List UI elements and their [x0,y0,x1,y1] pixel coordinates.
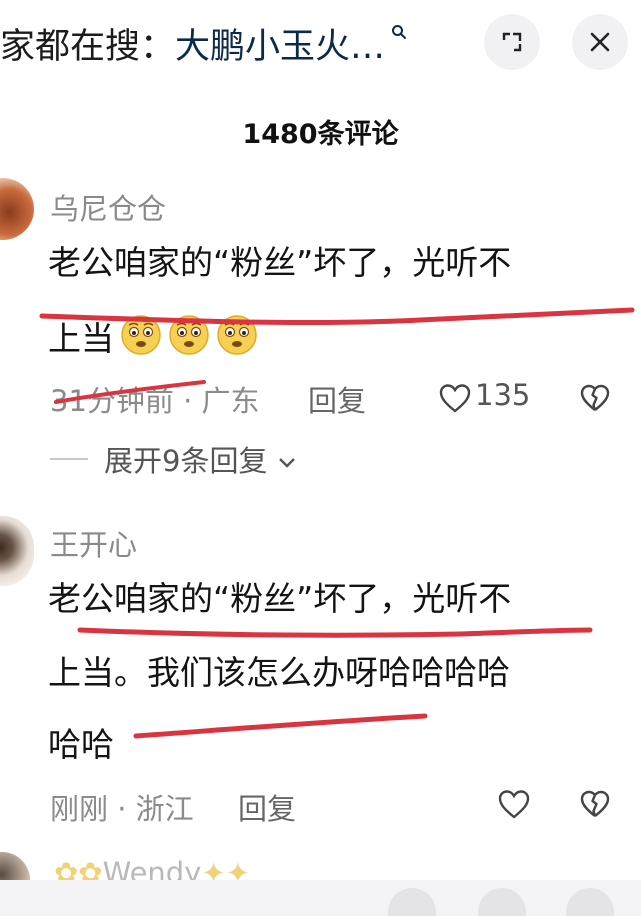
red-underline-stroke [133,713,428,739]
comments-count-title: 1480条评论 [242,119,399,150]
like-count: 135 [475,378,531,412]
hot-search-bar[interactable]: 家都在搜： 大鹏小玉火… [0,18,407,68]
comment-text-line: 上当。我们该怎么办呀哈哈哈哈 [48,653,510,692]
bottom-bar-button[interactable] [388,888,436,916]
bottom-bar-button[interactable] [478,888,526,916]
top-bar: 家都在搜： 大鹏小玉火… [0,0,641,88]
broken-heart-icon[interactable] [579,788,611,820]
anxious-face-emoji [217,315,257,355]
comment-text-line: 老公咱家的“粉丝”坏了，光听不 [48,243,512,282]
red-underline-stroke [77,627,593,638]
anxious-face-emoji [169,315,209,355]
hot-search-query[interactable]: 大鹏小玉火… [175,18,385,69]
avatar[interactable] [0,178,34,240]
chevron-down-icon [278,458,295,468]
search-icon[interactable] [391,24,407,40]
avatar[interactable] [0,516,34,586]
comment-time-location: 31分钟前 · 广东 [50,384,260,418]
reply-button[interactable]: 回复 [238,786,296,828]
heart-icon[interactable] [438,382,472,414]
hot-search-prefix: 家都在搜： [0,26,176,67]
expand-divider [50,458,88,460]
comment-text-segment: 上当 [48,319,114,358]
anxious-face-emoji [121,315,161,355]
broken-heart-icon[interactable] [579,382,611,414]
heart-icon[interactable] [497,788,531,820]
bottom-input-bar [0,880,641,916]
close-button[interactable] [572,14,628,70]
close-icon [590,32,610,52]
comment-text-line: 哈哈 [48,725,114,764]
expand-icon [502,32,522,52]
comment-username[interactable]: 王开心 [50,522,137,564]
bottom-bar-button[interactable] [566,888,614,916]
comment-text-line: 上当 [48,308,258,370]
comment-time-location: 刚刚 · 浙江 [50,792,194,826]
reply-button[interactable]: 回复 [308,378,366,420]
expand-replies-button[interactable]: 展开9条回复 [104,438,297,480]
expand-replies-label: 展开9条回复 [104,444,268,478]
comment-text-line: 老公咱家的“粉丝”坏了，光听不 [48,579,512,618]
expand-button[interactable] [484,14,540,70]
comment-username[interactable]: 乌尼仓仓 [50,186,166,228]
